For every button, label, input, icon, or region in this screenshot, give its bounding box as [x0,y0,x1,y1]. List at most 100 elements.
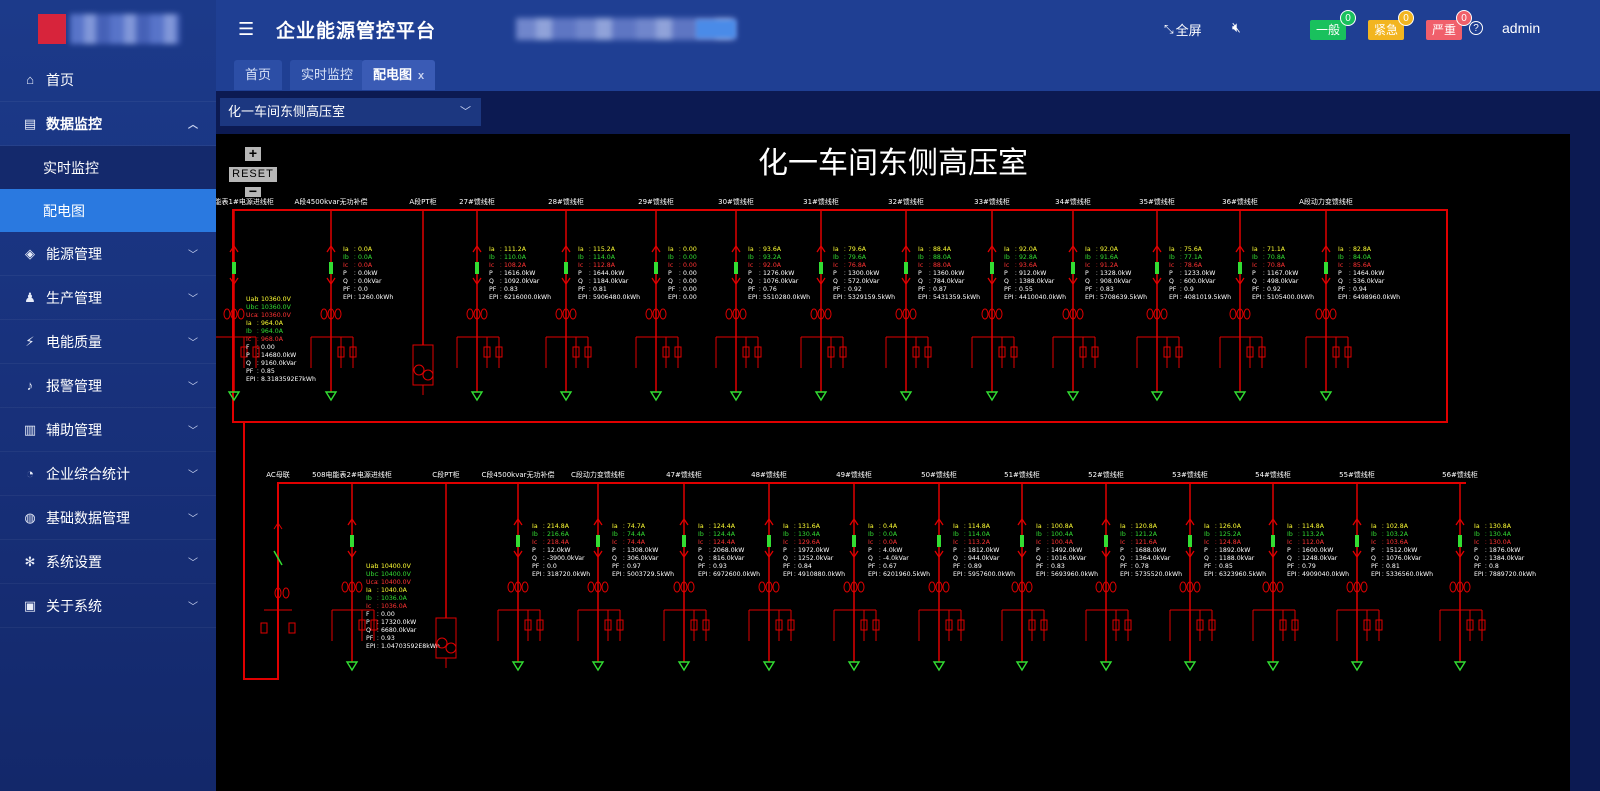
value-key: PF [1004,286,1012,293]
tab-1[interactable]: 实时监控 [290,60,365,90]
sidebar-subitem-1[interactable]: 配电图 [0,189,216,232]
alarm-badge-1[interactable]: 紧急 0 [1368,10,1415,40]
cabinet-row1-3[interactable]: 27#馈线柜 Ia 111.2A: Ib 110.0A: Ic 108.2A: P 1616.0… [456,197,551,402]
value-key: Ic [698,539,704,546]
value-key: EPI [953,571,963,578]
sidebar-item-8[interactable]: ◍ 基础数据管理 ﹀ [0,496,216,540]
cabinet-row2-13[interactable]: 55#馈线柜 Ia 102.8A: Ib 103.2A: Ic 103.6A: P 1512.0… [1336,470,1433,672]
alarm-badge-2[interactable]: 严重 0 [1426,10,1473,40]
sidebar-item-3[interactable]: ♟ 生产管理 ﹀ [0,276,216,320]
value-sep: : [500,294,502,301]
cabinet-row2-12[interactable]: 54#馈线柜 Ia 114.8A: Ib 113.2A: Ic 112.0A: P 1600.0… [1252,470,1349,672]
value-sep: : [354,278,356,285]
value-key: PF [1287,563,1295,570]
value-sep: : [589,270,591,277]
value-sep: : [1263,246,1265,253]
cabinet-row1-6[interactable]: 30#馈线柜 Ia 93.6A: Ib 93.2A: Ic 92.0A: P 1276.0kW:… [715,197,810,402]
value-key: Ia [1120,523,1126,530]
value-key: PF [366,635,374,642]
ground-triangle [1099,661,1113,672]
value-key: EPI [246,376,256,383]
cabinet-row2-5[interactable]: 47#馈线柜 Ia 124.4A: Ib 124.4A: Ic 124.4A: P 2068.0… [663,470,760,672]
value-reading: 0.92 [1267,286,1281,293]
cabinet-row2-14[interactable]: 56#馈线柜 Ia 130.8A: Ib 130.4A: Ic 130.0A: P 1876.0… [1439,470,1536,672]
sidebar-item-10[interactable]: ▣ 关于系统 ﹀ [0,584,216,628]
station-select[interactable]: 化一车间东侧高压室 ﹀ [220,98,481,126]
ground-triangle [1350,661,1364,672]
cabinet-row1-12[interactable]: 36#馈线柜 Ia 71.1A: Ib 70.8A: Ic 70.8A: P 1167.0kW:… [1219,197,1314,402]
energy-icon: ◈ [25,245,35,261]
cabinet-row2-4[interactable]: C段动力变馈线柜 Ia 74.7A: Ib 74.4A: Ic 74.4A: P 1308.0k… [571,470,674,672]
tab-0[interactable]: 首页 [234,60,283,90]
sidebar-item-6[interactable]: ▥ 辅助管理 ﹀ [0,408,216,452]
cabinet-row2-0[interactable]: AC母联 [260,470,296,662]
cabinet-row1-2[interactable]: A段PT柜 [409,197,437,395]
cabinet-row1-9[interactable]: 33#馈线柜 Ia 92.0A: Ib 92.8A: Ic 93.6A: P 912.0kW: Q… [971,197,1066,402]
close-icon[interactable]: x [418,70,424,82]
cabinet-row2-11[interactable]: 53#馈线柜 Ia 126.0A: Ib 125.2A: Ic 124.8A: P 1892.0… [1169,470,1266,672]
value-reading: 5510280.0kWh [763,294,810,301]
value-key: Ib [953,531,959,538]
user-name[interactable]: admin [1502,20,1540,36]
cabinet-row1-1[interactable]: A段4500kvar无功补偿 Ia 0.0A: Ib 0.0A: Ic 0.0A: P 0.0k… [295,197,394,402]
tab-2[interactable]: 配电图 x [362,60,436,90]
ct [725,308,733,320]
sidebar-item-5[interactable]: ♪ 报警管理 ﹀ [0,364,216,408]
sidebar-item-9[interactable]: ✻ 系统设置 ﹀ [0,540,216,584]
cabinet-row2-6[interactable]: 48#馈线柜 Ia 131.6A: Ib 130.4A: Ic 129.6A: P 1972.0… [748,470,845,672]
value-reading: 76.8A [848,262,867,269]
value-sep: : [1015,262,1017,269]
sidebar-item-7[interactable]: ◔ 企业综合统计 ﹀ [0,452,216,496]
cabinet-row1-7[interactable]: 31#馈线柜 Ia 79.6A: Ib 79.6A: Ic 76.8A: P 1300.0kW:… [800,197,895,402]
value-reading: 1308.0kW [627,547,658,554]
value-key: Q [868,555,873,562]
cabinet-row2-2[interactable]: C段PT柜 [432,470,460,668]
value-reading: 92.0A [763,262,782,269]
fullscreen-button[interactable]: ⤡ 全屏 [1164,20,1202,39]
alarm-badge-0[interactable]: 一般 0 [1310,10,1357,40]
single-line-diagram[interactable]: 507电能表1#电源进线柜Uab10360.0V:Ubc10360.0V:Uca… [216,134,1570,791]
mute-icon[interactable]: 🔇︎ [1232,19,1241,36]
cabinet-row2-3[interactable]: C段4500kvar无功补偿 Ia 214.8A: Ib 216.6A: Ic 218.4A… [481,470,590,672]
sidebar-item-label: 辅助管理 [46,421,102,438]
zoom-out-button[interactable]: − [245,184,261,198]
sidebar-item-label: 关于系统 [46,597,102,614]
value-sep: : [759,270,761,277]
sidebar-item-2[interactable]: ◈ 能源管理 ﹀ [0,232,216,276]
cabinet-row1-4[interactable]: 28#馈线柜 Ia 115.2A: Ib 114.0A: Ic 112.8A: P 1644.0… [545,197,640,402]
cabinet-row2-1[interactable]: 508电能表2#电源进线柜Uab 10400.0V:Ubc 10400.0V:Uca… [312,470,440,672]
value-reading: 0.00 [683,246,697,253]
value-key: P [612,547,616,554]
sidebar-item-1[interactable]: ▤ 数据监控 ︿ [0,102,216,146]
breaker-contact [990,262,994,274]
cabinet-row2-8[interactable]: 50#馈线柜 Ia 114.8A: Ib 114.0A: Ic 113.2A: P 1812.0… [918,470,1015,672]
cabinet-row1-5[interactable]: 29#馈线柜Ia 0.00:Ib 0.00:Ic 0.00:P 0.00:Q 0.00:P… [635,197,697,402]
sidebar-subitem-0[interactable]: 实时监控 [0,146,216,189]
cabinet-row2-10[interactable]: 52#馈线柜 Ia 120.8A: Ib 121.2A: Ic 121.6A: P 1688.0… [1085,470,1182,672]
sidebar-item-0[interactable]: ⌂ 首页 [0,58,216,102]
value-key: P [953,547,957,554]
value-key: P [1252,270,1256,277]
value-reading: 1188.0kVar [1219,555,1255,562]
value-reading: 93.2A [763,254,782,261]
cabinet-row2-7[interactable]: 49#馈线柜 Ia 0.4A: Ib 0.0A: Ic 0.0A: P 4.0kW: Q -4.0k… [833,470,930,672]
cabinet-row1-11[interactable]: 35#馈线柜 Ia 75.6A: Ib 77.1A: Ic 78.6A: P 1233.0kW:… [1136,197,1231,402]
cabinet-row1-8[interactable]: 32#馈线柜 Ia 88.4A: Ib 88.0A: Ic 88.0A: P 1360.0kW:… [885,197,980,402]
cabinet-row2-9[interactable]: 51#馈线柜 Ia 100.8A: Ib 100.4A: Ic 100.4A: P 1492.0… [1001,470,1098,672]
menu-toggle-icon[interactable]: ☰ [238,19,256,40]
value-reading: 0.00 [683,278,697,285]
value-reading: 0.78 [1135,563,1149,570]
ground-triangle [1015,661,1029,672]
value-sep: : [879,547,881,554]
help-icon[interactable]: ? [1469,21,1483,35]
value-sep: : [500,254,502,261]
value-sep: : [257,376,259,383]
cabinet-row1-10[interactable]: 34#馈线柜 Ia 92.0A: Ib 91.6A: Ic 91.2A: P 1328.0kW:… [1052,197,1147,402]
ct [1243,308,1251,320]
reset-button[interactable]: RESET [229,167,277,182]
cabinet-row1-13[interactable]: A段动力变馈线柜 Ia 82.8A: Ib 84.0A: Ic 85.6A: P 1464.0k… [1299,197,1400,402]
sidebar-item-4[interactable]: ⚡︎ 电能质量 ﹀ [0,320,216,364]
value-sep: : [1215,531,1217,538]
zoom-in-button[interactable]: + [245,146,261,161]
cabinet-row1-0[interactable]: 507电能表1#电源进线柜Uab10360.0V:Ubc10360.0V:Uca… [216,197,316,402]
